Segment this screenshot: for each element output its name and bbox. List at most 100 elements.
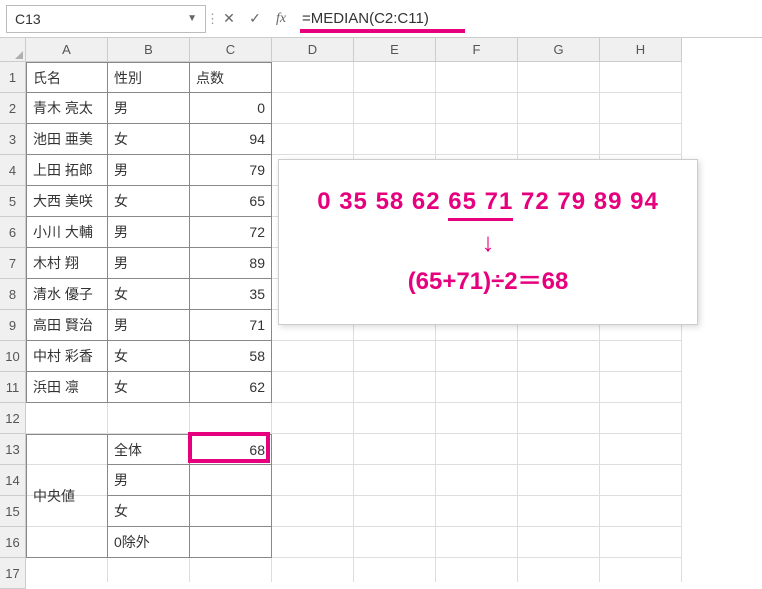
column-header-E[interactable]: E [354, 38, 436, 62]
row-header-2[interactable]: 2 [0, 93, 26, 124]
cell-B17[interactable] [108, 558, 190, 582]
column-header-D[interactable]: D [272, 38, 354, 62]
cell-score-2[interactable]: 0 [190, 93, 272, 124]
summary-row-label-14[interactable]: 男 [108, 465, 190, 496]
row-header-13[interactable]: 13 [0, 434, 26, 465]
cell-score-7[interactable]: 89 [190, 248, 272, 279]
cell-G12[interactable] [518, 403, 600, 434]
cell-name-4[interactable]: 上田 拓郎 [26, 155, 108, 186]
cell-gender-7[interactable]: 男 [108, 248, 190, 279]
cell-D1[interactable] [272, 62, 354, 93]
cell-gender-2[interactable]: 男 [108, 93, 190, 124]
cell-gender-4[interactable]: 男 [108, 155, 190, 186]
cell-gender-10[interactable]: 女 [108, 341, 190, 372]
cell-H10[interactable] [600, 341, 682, 372]
summary-row-value-16[interactable] [190, 527, 272, 558]
cell-name-11[interactable]: 浜田 凛 [26, 372, 108, 403]
cell-F17[interactable] [436, 558, 518, 582]
cell-F16[interactable] [436, 527, 518, 558]
cell-score-10[interactable]: 58 [190, 341, 272, 372]
accept-formula-button[interactable]: ✓ [242, 6, 268, 32]
chevron-down-icon[interactable]: ▼ [187, 13, 197, 24]
cell-F14[interactable] [436, 465, 518, 496]
cell-name-2[interactable]: 青木 亮太 [26, 93, 108, 124]
cell-G13[interactable] [518, 434, 600, 465]
cell-score-3[interactable]: 94 [190, 124, 272, 155]
cell-F3[interactable] [436, 124, 518, 155]
summary-label[interactable]: 中央値 [26, 434, 108, 558]
cell-E1[interactable] [354, 62, 436, 93]
cell-D15[interactable] [272, 496, 354, 527]
cell-score-5[interactable]: 65 [190, 186, 272, 217]
cell-C17[interactable] [190, 558, 272, 582]
cell-E16[interactable] [354, 527, 436, 558]
cell-gender-8[interactable]: 女 [108, 279, 190, 310]
cell-D12[interactable] [272, 403, 354, 434]
summary-row-label-16[interactable]: 0除外 [108, 527, 190, 558]
cell-G11[interactable] [518, 372, 600, 403]
cell-A12[interactable] [26, 403, 108, 434]
cell-D13[interactable] [272, 434, 354, 465]
summary-row-value-15[interactable] [190, 496, 272, 527]
cell-H16[interactable] [600, 527, 682, 558]
cell-gender-5[interactable]: 女 [108, 186, 190, 217]
cell-G17[interactable] [518, 558, 600, 582]
cell-C12[interactable] [190, 403, 272, 434]
summary-row-value-14[interactable] [190, 465, 272, 496]
column-header-F[interactable]: F [436, 38, 518, 62]
cell-E2[interactable] [354, 93, 436, 124]
cell-H2[interactable] [600, 93, 682, 124]
row-header-11[interactable]: 11 [0, 372, 26, 403]
summary-row-label-15[interactable]: 女 [108, 496, 190, 527]
header-name[interactable]: 氏名 [26, 62, 108, 93]
row-header-1[interactable]: 1 [0, 62, 26, 93]
cell-G14[interactable] [518, 465, 600, 496]
cells-layer[interactable]: 氏名性別点数青木 亮太男0池田 亜美女94上田 拓郎男79大西 美咲女65小川 … [26, 62, 762, 582]
cell-score-8[interactable]: 35 [190, 279, 272, 310]
row-header-12[interactable]: 12 [0, 403, 26, 434]
name-box[interactable]: C13 ▼ [6, 5, 206, 33]
row-header-8[interactable]: 8 [0, 279, 26, 310]
cell-F15[interactable] [436, 496, 518, 527]
row-header-15[interactable]: 15 [0, 496, 26, 527]
cell-score-6[interactable]: 72 [190, 217, 272, 248]
cell-H11[interactable] [600, 372, 682, 403]
cell-H1[interactable] [600, 62, 682, 93]
cell-name-10[interactable]: 中村 彩香 [26, 341, 108, 372]
row-header-5[interactable]: 5 [0, 186, 26, 217]
header-score[interactable]: 点数 [190, 62, 272, 93]
cell-E15[interactable] [354, 496, 436, 527]
cell-name-3[interactable]: 池田 亜美 [26, 124, 108, 155]
column-header-G[interactable]: G [518, 38, 600, 62]
cell-G10[interactable] [518, 341, 600, 372]
cell-E11[interactable] [354, 372, 436, 403]
cell-G3[interactable] [518, 124, 600, 155]
cell-gender-3[interactable]: 女 [108, 124, 190, 155]
fx-icon[interactable]: fx [268, 6, 294, 32]
cell-H17[interactable] [600, 558, 682, 582]
cell-H13[interactable] [600, 434, 682, 465]
cell-H3[interactable] [600, 124, 682, 155]
cell-H12[interactable] [600, 403, 682, 434]
cell-D17[interactable] [272, 558, 354, 582]
cell-E17[interactable] [354, 558, 436, 582]
row-header-4[interactable]: 4 [0, 155, 26, 186]
cell-name-6[interactable]: 小川 大輔 [26, 217, 108, 248]
cell-F2[interactable] [436, 93, 518, 124]
cell-F12[interactable] [436, 403, 518, 434]
cell-gender-11[interactable]: 女 [108, 372, 190, 403]
column-header-C[interactable]: C [190, 38, 272, 62]
cell-G2[interactable] [518, 93, 600, 124]
cell-F10[interactable] [436, 341, 518, 372]
summary-row-value-13[interactable]: 68 [190, 434, 272, 465]
column-header-H[interactable]: H [600, 38, 682, 62]
cell-E14[interactable] [354, 465, 436, 496]
row-header-7[interactable]: 7 [0, 248, 26, 279]
row-header-6[interactable]: 6 [0, 217, 26, 248]
cell-name-9[interactable]: 高田 賢治 [26, 310, 108, 341]
cell-H15[interactable] [600, 496, 682, 527]
cell-D2[interactable] [272, 93, 354, 124]
select-all-button[interactable] [0, 38, 26, 62]
cell-G1[interactable] [518, 62, 600, 93]
cell-E10[interactable] [354, 341, 436, 372]
